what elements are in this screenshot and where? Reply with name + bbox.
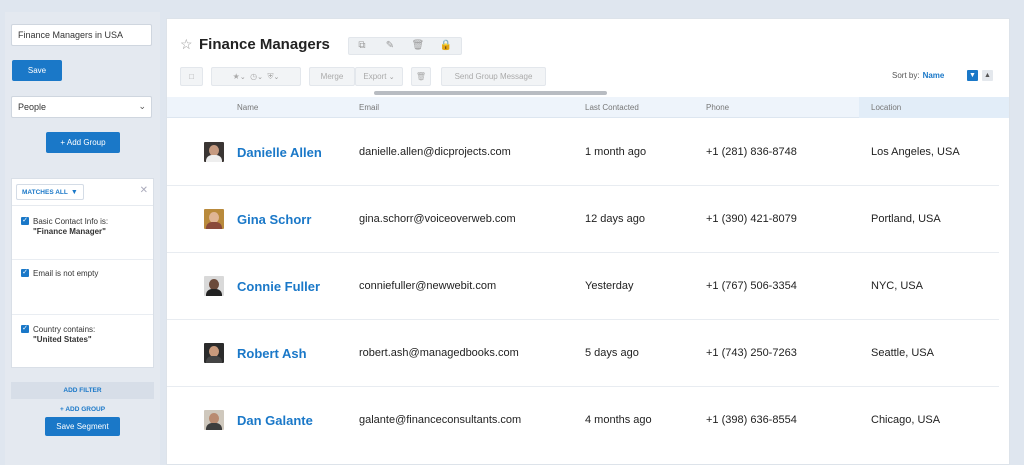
table-row[interactable]: Gina Schorr gina.schorr@voiceoverweb.com…: [167, 186, 1009, 253]
segment-name-input[interactable]: Finance Managers in USA: [11, 24, 152, 46]
chevron-down-icon: ⌄: [388, 74, 395, 81]
column-header-email[interactable]: Email: [359, 103, 379, 112]
copy-icon[interactable]: ⧉: [355, 40, 369, 51]
sort-control: Sort by: Name: [892, 71, 944, 80]
table-header: Name Email Last Contacted Phone Location: [167, 97, 1009, 118]
avatar: [204, 142, 224, 162]
contacts-panel: ☆ Finance Managers ⧉ ✎ 🗑 🔒 □ ★⌄ ◷⌄ ⛨⌄ Me…: [166, 18, 1010, 465]
send-group-message-button[interactable]: Send Group Message: [441, 67, 546, 86]
contact-email: conniefuller@newwebit.com: [359, 280, 497, 292]
export-dropdown[interactable]: Export ⌄: [355, 67, 403, 86]
table-row[interactable]: Dan Galante galante@financeconsultants.c…: [167, 387, 1009, 454]
clock-icon[interactable]: ◷⌄: [250, 72, 263, 81]
contact-email: danielle.allen@dicprojects.com: [359, 146, 511, 158]
contact-type-value: People: [18, 102, 47, 112]
filter-header: MATCHES ALL ▼ ✕: [12, 179, 153, 206]
trash-icon: 🗑: [415, 72, 427, 81]
merge-button[interactable]: Merge: [309, 67, 355, 86]
contact-name-link[interactable]: Connie Fuller: [237, 279, 320, 294]
close-icon[interactable]: ✕: [140, 185, 148, 196]
condition-text: Country contains: "United States": [33, 325, 151, 345]
avatar: [204, 276, 224, 296]
tag-actions-group: ★⌄ ◷⌄ ⛨⌄: [211, 67, 301, 86]
horizontal-scrollbar[interactable]: [374, 91, 607, 95]
contact-email: robert.ash@managedbooks.com: [359, 347, 519, 359]
condition-text: Basic Contact Info is: "Finance Manager": [33, 217, 151, 237]
contact-email: galante@financeconsultants.com: [359, 414, 522, 426]
table-row[interactable]: Danielle Allen danielle.allen@dicproject…: [167, 119, 1009, 186]
match-mode-label: MATCHES ALL: [22, 189, 68, 196]
contact-phone: +1 (398) 636-8554: [706, 414, 797, 426]
checkbox-checked-icon[interactable]: ✓: [21, 325, 29, 333]
page-title: Finance Managers: [199, 36, 330, 53]
contact-phone: +1 (390) 421-8079: [706, 213, 797, 225]
match-mode-dropdown[interactable]: MATCHES ALL ▼: [16, 184, 84, 200]
chevron-down-icon: ⌄: [138, 101, 146, 111]
contact-last-contacted: 4 months ago: [585, 414, 652, 426]
delete-button[interactable]: 🗑: [411, 67, 431, 86]
lock-icon[interactable]: 🔒: [439, 40, 453, 51]
checkbox-checked-icon[interactable]: ✓: [21, 269, 29, 277]
add-group-button[interactable]: + Add Group: [46, 132, 120, 153]
contact-name-link[interactable]: Robert Ash: [237, 346, 307, 361]
edit-icon[interactable]: ✎: [383, 40, 397, 51]
star-filter-icon[interactable]: ★⌄: [233, 72, 246, 81]
sort-by-label: Sort by:: [892, 71, 920, 80]
contact-location: Portland, USA: [871, 213, 941, 225]
star-icon[interactable]: ☆: [180, 36, 193, 53]
contact-last-contacted: Yesterday: [585, 280, 634, 292]
column-header-last-contacted[interactable]: Last Contacted: [585, 103, 639, 112]
sort-ascending-icon[interactable]: ▲: [982, 70, 993, 81]
condition-prefix: Country contains:: [33, 325, 96, 334]
column-header-name[interactable]: Name: [237, 103, 258, 112]
contact-name-link[interactable]: Danielle Allen: [237, 145, 322, 160]
column-header-location[interactable]: Location: [871, 103, 901, 112]
filter-panel: MATCHES ALL ▼ ✕ ✓ Basic Contact Info is: …: [11, 178, 154, 368]
add-filter-button[interactable]: ADD FILTER: [11, 382, 154, 399]
sidebar: Finance Managers in USA Save People ⌄ + …: [5, 12, 160, 465]
export-label: Export: [363, 72, 387, 81]
divider: [12, 314, 153, 315]
contact-phone: +1 (767) 506-3354: [706, 280, 797, 292]
chevron-down-icon: ▼: [70, 189, 78, 196]
divider: [12, 259, 153, 260]
table-row[interactable]: Robert Ash robert.ash@managedbooks.com 5…: [167, 320, 1009, 387]
column-header-phone[interactable]: Phone: [706, 103, 729, 112]
condition-prefix: Basic Contact Info is:: [33, 217, 109, 226]
contact-last-contacted: 1 month ago: [585, 146, 647, 158]
add-group-link[interactable]: + ADD GROUP: [11, 406, 154, 413]
contact-name-link[interactable]: Gina Schorr: [237, 212, 311, 227]
contact-type-select[interactable]: People ⌄: [11, 96, 152, 118]
contact-last-contacted: 12 days ago: [585, 213, 645, 225]
table-row[interactable]: Connie Fuller conniefuller@newwebit.com …: [167, 253, 1009, 320]
contact-email: gina.schorr@voiceoverweb.com: [359, 213, 516, 225]
contact-location: NYC, USA: [871, 280, 923, 292]
contact-last-contacted: 5 days ago: [585, 347, 639, 359]
contact-location: Seattle, USA: [871, 347, 934, 359]
sort-descending-icon[interactable]: ▼: [967, 70, 978, 81]
condition-text: Email is not empty: [33, 269, 151, 279]
contact-location: Los Angeles, USA: [871, 146, 960, 158]
save-button[interactable]: Save: [12, 60, 62, 81]
avatar: [204, 209, 224, 229]
checkbox-checked-icon[interactable]: ✓: [21, 217, 29, 225]
tag-icon[interactable]: ⛨⌄: [267, 72, 279, 81]
select-all-checkbox[interactable]: □: [180, 67, 203, 86]
contact-phone: +1 (281) 836-8748: [706, 146, 797, 158]
save-segment-button[interactable]: Save Segment: [45, 417, 120, 436]
condition-prefix: Email is not empty: [33, 269, 99, 278]
checkbox-icon: □: [189, 72, 194, 81]
condition-value: "United States": [33, 335, 92, 344]
sort-by-value[interactable]: Name: [923, 71, 945, 80]
avatar: [204, 343, 224, 363]
contact-phone: +1 (743) 250-7263: [706, 347, 797, 359]
avatar: [204, 410, 224, 430]
contact-location: Chicago, USA: [871, 414, 941, 426]
trash-icon[interactable]: 🗑: [411, 40, 425, 51]
segment-actions: ⧉ ✎ 🗑 🔒: [348, 37, 462, 55]
condition-value: "Finance Manager": [33, 227, 106, 236]
contact-name-link[interactable]: Dan Galante: [237, 413, 313, 428]
